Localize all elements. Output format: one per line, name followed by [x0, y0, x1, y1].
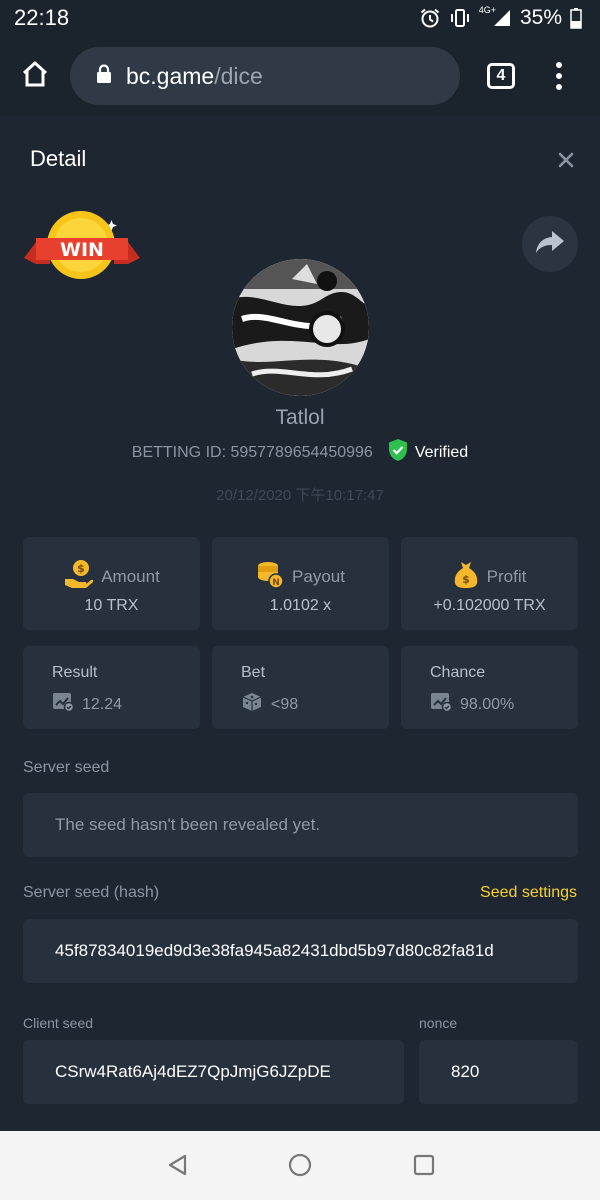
amount-label: Amount — [101, 566, 160, 586]
result-value: 12.24 — [82, 695, 123, 713]
close-button[interactable] — [556, 150, 576, 170]
home-button[interactable] — [0, 36, 70, 116]
bet-label: Bet — [241, 664, 266, 681]
svg-text:$: $ — [77, 562, 85, 575]
amount-icon: $ — [63, 559, 94, 594]
signal-icon: 4G+ — [478, 5, 512, 28]
browser-menu-button[interactable] — [548, 58, 570, 94]
alarm-icon — [419, 7, 441, 29]
chance-icon — [430, 692, 453, 717]
home-icon — [21, 60, 49, 93]
battery-icon — [570, 7, 582, 29]
recents-icon[interactable] — [412, 1153, 436, 1182]
result-icon — [52, 692, 75, 717]
profit-card: $ Profit +0.102000 TRX — [401, 537, 578, 630]
server-hash-value: 45f87834019ed9d3e38fa945a82431dbd5b97d80… — [55, 941, 494, 960]
username: Tatlol — [275, 406, 325, 429]
server-seed-label: Server seed — [23, 759, 110, 776]
dice-icon — [241, 692, 263, 717]
svg-text:N: N — [272, 578, 280, 588]
profit-icon: $ — [453, 559, 479, 594]
tab-switcher-button[interactable]: 4 — [487, 63, 515, 89]
share-icon — [535, 229, 565, 260]
chance-value: 98.00% — [460, 695, 515, 713]
svg-text:$: $ — [462, 573, 470, 586]
profit-value: +0.102000 TRX — [433, 597, 546, 614]
client-seed-value: CSrw4Rat6Aj4dEZ7QpJmjG6JZpDE — [55, 1062, 331, 1081]
chance-card: Chance 98.00% — [401, 646, 578, 729]
server-hash-label: Server seed (hash) — [23, 884, 160, 901]
bet-card: Bet <98 — [212, 646, 389, 729]
payout-label: Payout — [292, 566, 345, 586]
server-hash-box[interactable]: 45f87834019ed9d3e38fa945a82431dbd5b97d80… — [23, 919, 578, 983]
system-nav-bar — [0, 1131, 600, 1200]
server-seed-box: The seed hasn't been revealed yet. — [23, 793, 578, 857]
detail-title: Detail — [30, 146, 87, 171]
share-button[interactable] — [522, 216, 578, 272]
chance-label: Chance — [430, 664, 486, 681]
bet-value: <98 — [271, 695, 299, 713]
verified-badge[interactable]: Verified — [387, 438, 468, 467]
verified-shield-icon — [387, 438, 409, 467]
win-badge: WIN — [22, 206, 142, 286]
payout-value: 1.0102 x — [269, 597, 332, 614]
result-card: Result 12.24 — [23, 646, 200, 729]
nonce-label: nonce — [419, 1015, 458, 1031]
avatar — [232, 259, 369, 396]
amount-card: $ Amount 10 TRX — [23, 537, 200, 630]
win-label: WIN — [60, 239, 104, 261]
verified-label: Verified — [414, 443, 469, 461]
network-label: 4G+ — [478, 5, 496, 15]
nonce-box[interactable]: 820 — [419, 1040, 578, 1104]
close-icon — [556, 152, 576, 174]
status-time: 22:18 — [14, 5, 70, 30]
betting-id: BETTING ID: 5957789654450996 — [131, 443, 373, 461]
url-path: /dice — [214, 62, 263, 89]
server-seed-value: The seed hasn't been revealed yet. — [55, 815, 321, 834]
client-seed-box[interactable]: CSrw4Rat6Aj4dEZ7QpJmjG6JZpDE — [23, 1040, 404, 1104]
nonce-value: 820 — [451, 1062, 480, 1081]
browser-toolbar: bc.game/dice 4 — [0, 36, 600, 116]
seed-settings-link[interactable]: Seed settings — [480, 884, 577, 902]
url-host: bc.game — [126, 62, 215, 89]
payout-icon: N — [256, 559, 284, 594]
client-seed-label: Client seed — [23, 1015, 94, 1031]
vibrate-icon — [449, 7, 471, 29]
payout-card: N Payout 1.0102 x — [212, 537, 389, 630]
back-icon[interactable] — [166, 1153, 190, 1182]
status-bar: 22:18 4G+ 35% — [0, 0, 600, 36]
result-label: Result — [52, 664, 98, 681]
address-bar[interactable]: bc.game/dice — [70, 47, 460, 105]
status-icons: 4G+ 35% — [419, 5, 582, 30]
home-circle-icon[interactable] — [288, 1153, 312, 1182]
amount-value: 10 TRX — [84, 597, 139, 614]
betting-info: BETTING ID: 5957789654450996 Verified — [0, 438, 600, 467]
bet-timestamp: 20/12/2020 下午10:17:47 — [216, 487, 384, 504]
lock-icon — [96, 63, 112, 90]
profit-label: Profit — [486, 566, 527, 586]
battery-level: 35% — [519, 6, 562, 29]
